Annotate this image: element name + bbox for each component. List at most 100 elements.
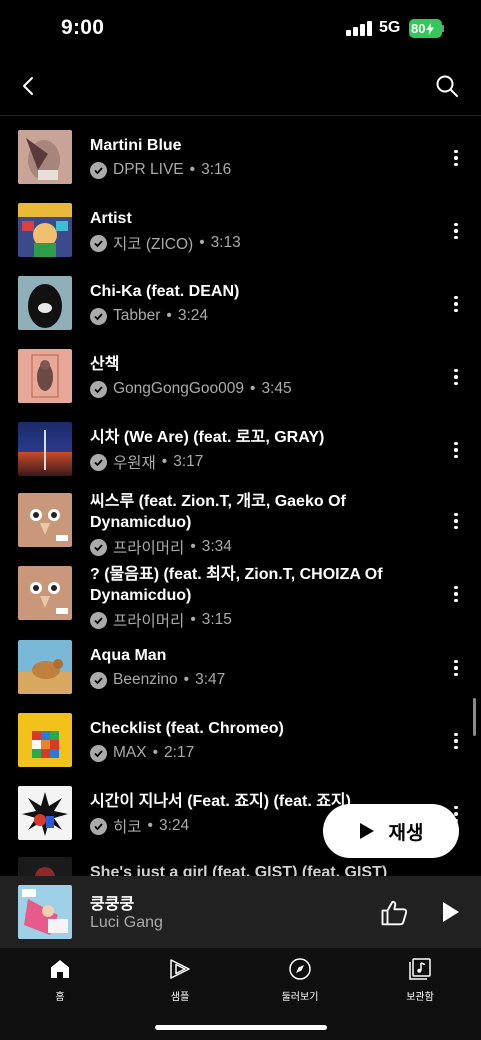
album-art: [18, 349, 72, 403]
track-meta: 프라이머리 • 3:15: [90, 610, 232, 630]
status-bar: 9:00 5G 80: [0, 0, 481, 58]
track-meta: Tabber • 3:24: [90, 306, 208, 326]
more-options-button[interactable]: [447, 365, 465, 389]
track-title: Aqua Man: [90, 647, 167, 664]
battery-icon: 80: [409, 19, 442, 38]
album-art: [18, 130, 72, 184]
nav-explore-label: 둘러보기: [281, 992, 319, 1003]
track-artist: MAX: [113, 744, 147, 761]
play-all-button[interactable]: 재생: [323, 804, 459, 858]
mini-player-title: 쿵쿵쿵: [90, 896, 135, 913]
track-artist: DPR LIVE: [113, 161, 184, 178]
nav-home-label: 홈: [55, 992, 65, 1003]
track-meta: 히코 • 3:24: [90, 816, 189, 836]
signal-icon: [346, 21, 372, 36]
track-meta: DPR LIVE • 3:16: [90, 160, 231, 180]
more-options-button[interactable]: [447, 292, 465, 316]
check-icon: [90, 161, 107, 179]
track-duration: 3:34: [201, 538, 232, 555]
scrollbar[interactable]: [473, 698, 476, 736]
album-art: [18, 857, 72, 876]
mini-player[interactable]: 쿵쿵쿵 Luci Gang: [0, 876, 481, 948]
nav-library-label: 보관함: [406, 992, 434, 1003]
more-options-button[interactable]: [447, 146, 465, 170]
track-title: Chi-Ka (feat. DEAN): [90, 283, 240, 300]
thumbs-up-icon: [381, 900, 408, 926]
nav-samples[interactable]: 샘플: [135, 956, 225, 1003]
more-options-button[interactable]: [447, 729, 465, 753]
album-art: [18, 566, 72, 620]
track-artist: Tabber: [113, 307, 161, 324]
mini-player-album-art: [18, 885, 72, 939]
library-icon: [407, 956, 433, 982]
track-meta: MAX • 2:17: [90, 743, 194, 763]
track-duration: 3:16: [201, 161, 232, 178]
track-list[interactable]: Martini Blue DPR LIVE • 3:16 Artist 지코 (ZI…: [0, 116, 481, 876]
more-options-button[interactable]: [447, 438, 465, 462]
track-artist: 지코 (ZICO): [113, 236, 194, 253]
nav-home[interactable]: 홈: [15, 956, 105, 1003]
battery-level: 80: [411, 21, 426, 36]
check-icon: [90, 380, 107, 398]
track-artist: 프라이머리: [113, 540, 185, 557]
album-art: [18, 203, 72, 257]
check-icon: [90, 611, 107, 629]
check-icon: [90, 671, 107, 689]
track-title: Checklist (feat. Chromeo): [90, 720, 284, 737]
home-indicator[interactable]: [155, 1025, 327, 1030]
track-title: 씨스루 (feat. Zion.T, 개코, Gaeko Of Dynamicd…: [90, 493, 346, 531]
album-art: [18, 493, 72, 547]
play-icon: [443, 902, 459, 922]
home-icon: [47, 956, 73, 982]
more-options-button[interactable]: [447, 656, 465, 680]
more-options-button[interactable]: [447, 219, 465, 243]
album-art: [18, 422, 72, 476]
track-artist: GongGongGoo009: [113, 380, 244, 397]
track-duration: 3:24: [177, 307, 209, 324]
track-duration: 2:17: [164, 744, 195, 761]
header: [0, 58, 481, 116]
track-title: She's just a girl (feat. GIST) (feat. GI…: [90, 864, 388, 876]
more-options-button[interactable]: [447, 509, 465, 533]
check-icon: [90, 234, 107, 252]
track-title: ? (물음표) (feat. 최자, Zion.T, CHOIZA Of Dyn…: [90, 566, 383, 604]
search-icon: [436, 75, 458, 97]
back-button[interactable]: [12, 70, 44, 102]
track-duration: 3:15: [201, 611, 232, 628]
check-icon: [90, 538, 107, 556]
track-title: Martini Blue: [90, 137, 182, 154]
more-options-button[interactable]: [447, 582, 465, 606]
track-title: 산책: [90, 356, 120, 373]
nav-samples-label: 샘플: [170, 992, 190, 1003]
album-art: [18, 640, 72, 694]
track-meta: Beenzino • 3:47: [90, 670, 225, 690]
track-duration: 3:24: [158, 817, 190, 834]
track-duration: 3:47: [195, 671, 226, 688]
album-art: [18, 276, 72, 330]
status-time: 9:00: [61, 16, 105, 39]
nav-library[interactable]: 보관함: [375, 956, 465, 1003]
mini-player-artist: Luci Gang: [90, 914, 163, 931]
track-artist: 프라이머리: [113, 613, 185, 630]
track-meta: GongGongGoo009 • 3:45: [90, 379, 292, 399]
play-icon: [359, 823, 374, 839]
nav-explore[interactable]: 둘러보기: [255, 956, 345, 1003]
search-button[interactable]: [431, 70, 463, 102]
like-button[interactable]: [380, 898, 410, 928]
check-icon: [90, 744, 107, 762]
explore-icon: [287, 956, 313, 982]
play-all-label: 재생: [388, 822, 424, 844]
album-art: [18, 713, 72, 767]
chevron-left-icon: [23, 77, 33, 95]
track-artist: Beenzino: [113, 671, 178, 688]
mini-player-play-button[interactable]: [436, 898, 464, 926]
track-artist: 우원재: [113, 455, 156, 472]
track-duration: 3:13: [210, 234, 241, 251]
track-meta: 지코 (ZICO) • 3:13: [90, 233, 241, 253]
check-icon: [90, 453, 107, 471]
track-meta: 프라이머리 • 3:34: [90, 537, 232, 557]
network-label: 5G: [379, 19, 401, 36]
track-artist: 히코: [113, 819, 142, 836]
battery-cap: [442, 25, 444, 32]
album-art: [18, 786, 72, 840]
